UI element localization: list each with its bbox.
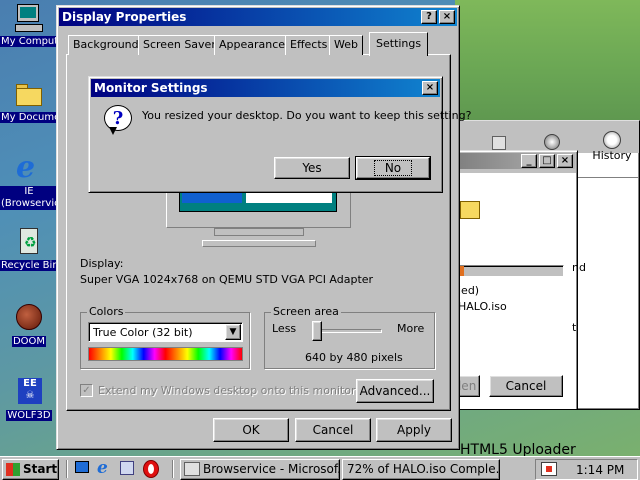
desktop-icon-label: DOOM	[11, 336, 47, 347]
dialog-title: Monitor Settings	[94, 81, 208, 95]
desktop-icon-my-documents[interactable]: My Documents	[0, 78, 58, 126]
question-icon: ?	[104, 105, 134, 137]
desktop-icon-label: Recycle Bin	[0, 260, 58, 271]
yes-button[interactable]: Yes	[274, 157, 350, 179]
monitor-settings-titlebar: Monitor Settings ×	[91, 79, 440, 97]
doom-icon	[13, 302, 45, 334]
desktop-icon-my-computer[interactable]: My Computer	[0, 2, 58, 50]
ok-button[interactable]: OK	[213, 418, 289, 442]
wallpaper-accent	[455, 0, 640, 120]
history-icon	[603, 131, 621, 149]
ie-quicklaunch-icon[interactable]: e	[97, 459, 115, 477]
desktop-icon-label: IE (Browservice)	[0, 186, 58, 210]
tab-web[interactable]: Web	[329, 35, 363, 55]
tab-settings[interactable]: Settings	[369, 32, 429, 56]
status-text-2: ied)	[458, 284, 480, 297]
folder-icon	[458, 195, 480, 221]
slider-more-label: More	[397, 322, 425, 335]
display-label: Display:	[80, 257, 124, 270]
windows-logo-icon	[6, 463, 20, 476]
resolution-text: 640 by 480 pixels	[305, 351, 403, 364]
desktop-icon-recycle-bin[interactable]: ♻ Recycle Bin	[0, 226, 58, 274]
download-progress-bar	[458, 265, 564, 277]
window-icon	[184, 462, 200, 476]
taskbar: Start e Browservice - Microsof... 72% of…	[0, 456, 640, 480]
monitor-settings-dialog: Monitor Settings × ? You resized your de…	[88, 76, 471, 193]
opera-icon[interactable]	[143, 460, 159, 478]
wolf3d-icon: EE ☠	[13, 376, 45, 408]
window-title: Display Properties	[62, 10, 187, 24]
taskbar-item-browservice[interactable]: Browservice - Microsof...	[180, 459, 340, 480]
taskbar-item-download[interactable]: 72% of HALO.iso Comple...	[342, 459, 500, 480]
colors-label: Colors	[87, 305, 126, 318]
desktop-icon-label: My Computer	[0, 36, 58, 47]
tab-background[interactable]: Background	[68, 35, 144, 55]
minimize-button[interactable]: _	[521, 154, 537, 168]
status-text-3: t	[572, 321, 577, 334]
start-label: Start	[23, 462, 58, 476]
task-label: Browservice - Microsof...	[203, 462, 340, 476]
history-button[interactable]: History	[591, 131, 633, 162]
computer-icon	[13, 2, 45, 34]
desktop-icon-label: WOLF3D	[6, 410, 52, 421]
colors-select-value: True Color (32 bit)	[93, 326, 193, 339]
slider-less-label: Less	[272, 322, 297, 335]
monitor-neck	[214, 228, 304, 236]
screen-area-slider-track[interactable]	[312, 329, 382, 333]
display-adapter-value: Super VGA 1024x768 on QEMU STD VGA PCI A…	[80, 273, 374, 286]
close-button[interactable]: ×	[557, 154, 573, 168]
tab-appearance[interactable]: Appearance	[214, 35, 291, 55]
screen-area-label: Screen area	[271, 305, 341, 318]
internet-explorer-icon: e	[16, 150, 36, 185]
clock[interactable]: 1:14 PM	[576, 463, 624, 477]
tab-effects[interactable]: Effects	[285, 35, 333, 55]
task-label: 72% of HALO.iso Comple...	[347, 462, 500, 476]
download-cancel-button[interactable]: Cancel	[489, 375, 563, 397]
colors-select[interactable]: True Color (32 bit) ▼	[88, 322, 243, 342]
page-text: HTML5 Uploader	[460, 442, 576, 456]
system-tray: 1:14 PM	[535, 459, 638, 480]
display-properties-titlebar: Display Properties ? ×	[59, 8, 457, 26]
cancel-button[interactable]: Cancel	[295, 418, 371, 442]
monitor-stand	[202, 240, 316, 247]
channels-icon[interactable]	[120, 461, 136, 477]
color-spectrum-bar	[88, 347, 243, 361]
close-button[interactable]: ×	[439, 10, 455, 24]
file-name-text: HALO.iso	[458, 300, 507, 313]
close-button[interactable]: ×	[422, 81, 438, 95]
chevron-down-icon[interactable]: ▼	[225, 324, 241, 340]
extend-desktop-label: Extend my Windows desktop onto this moni…	[98, 384, 356, 397]
desktop-icon-label: My Documents	[0, 112, 58, 123]
maximize-button[interactable]: □	[539, 154, 555, 168]
apply-button[interactable]: Apply	[376, 418, 452, 442]
history-label: History	[592, 149, 632, 162]
tab-screen-saver[interactable]: Screen Saver	[138, 35, 221, 55]
network-icon[interactable]	[541, 462, 557, 476]
start-button[interactable]: Start	[2, 459, 59, 480]
advanced-button[interactable]: Advanced...	[356, 379, 434, 403]
download-progress-window: _ □ × nd ied) HALO.iso t den Cancel	[450, 150, 586, 410]
no-button[interactable]: No	[355, 156, 431, 180]
monitor-screen	[179, 190, 337, 212]
screen-area-slider-thumb[interactable]	[312, 321, 322, 341]
help-button[interactable]: ?	[421, 10, 437, 24]
desktop-icon-doom[interactable]: DOOM	[0, 302, 58, 350]
dialog-message: You resized your desktop. Do you want to…	[142, 109, 472, 122]
recycle-bin-icon: ♻	[13, 226, 45, 258]
download-titlebar: _ □ ×	[458, 153, 575, 169]
status-text: nd	[572, 261, 586, 274]
extend-desktop-checkbox[interactable]: ✓	[80, 384, 93, 397]
folder-icon	[13, 78, 45, 110]
show-desktop-icon[interactable]	[75, 461, 91, 477]
desktop-icon-wolf3d[interactable]: EE ☠ WOLF3D	[0, 376, 58, 424]
desktop-icon-ie[interactable]: e IE (Browservice)	[0, 152, 58, 213]
